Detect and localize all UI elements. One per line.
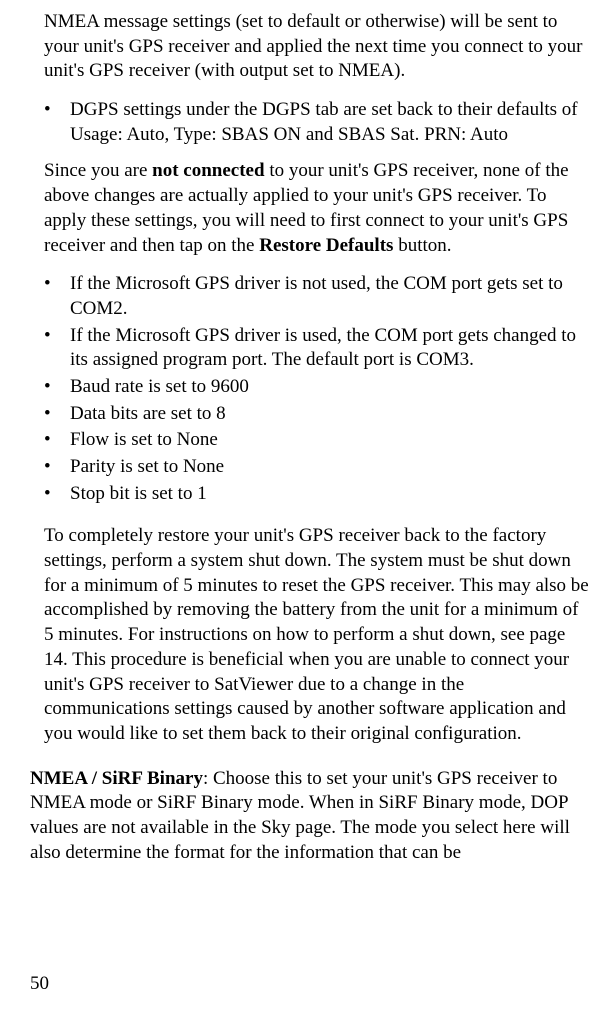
bullet-list-1: DGPS settings under the DGPS tab are set… [44,98,592,147]
list-item: Parity is set to None [44,455,592,480]
list-item: Baud rate is set to 9600 [44,375,592,400]
text-fragment: button. [393,235,451,256]
nmea-sirf-paragraph: NMEA / SiRF Binary: Choose this to set y… [30,767,592,866]
bold-not-connected: not connected [152,160,264,181]
list-item: DGPS settings under the DGPS tab are set… [44,98,592,147]
text-fragment: Since you are [44,160,152,181]
list-item: Data bits are set to 8 [44,402,592,427]
restore-paragraph: To completely restore your unit's GPS re… [44,524,592,746]
bold-restore-defaults: Restore Defaults [259,235,393,256]
bold-nmea-sirf: NMEA / SiRF Binary [30,768,203,789]
bullet-list-2: If the Microsoft GPS driver is not used,… [44,272,592,506]
list-item: Flow is set to None [44,428,592,453]
intro-paragraph: NMEA message settings (set to default or… [44,10,592,84]
not-connected-paragraph: Since you are not connected to your unit… [44,159,592,258]
list-item: Stop bit is set to 1 [44,482,592,507]
list-item: If the Microsoft GPS driver is used, the… [44,324,592,373]
page-number: 50 [30,972,49,997]
list-item: If the Microsoft GPS driver is not used,… [44,272,592,321]
